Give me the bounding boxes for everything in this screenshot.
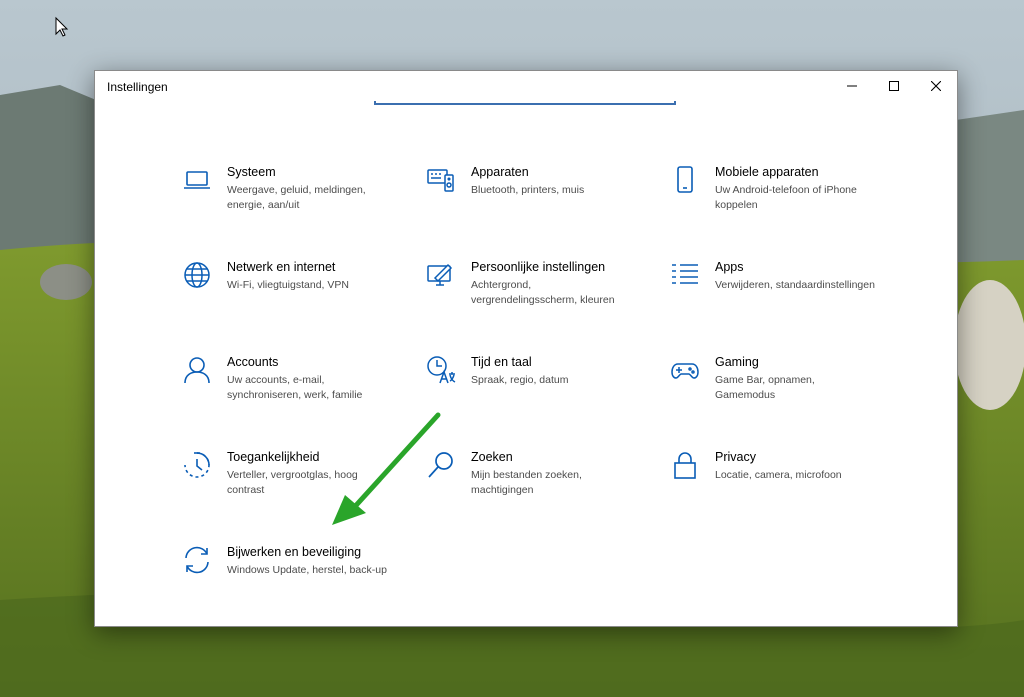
- tile-title: Apps: [715, 260, 744, 274]
- phone-icon: [670, 165, 700, 195]
- tile-tijd-en-taal[interactable]: Tijd en taal Spraak, regio, datum: [426, 355, 636, 425]
- tile-description: Spraak, regio, datum: [471, 374, 569, 386]
- personalize-icon: [426, 260, 456, 290]
- tile-title: Zoeken: [471, 450, 513, 464]
- tile-accounts[interactable]: Accounts Uw accounts, e-mail, synchronis…: [182, 355, 392, 425]
- tile-description: Uw accounts, e-mail, synchroniseren, wer…: [227, 374, 363, 401]
- tile-title: Gaming: [715, 355, 759, 369]
- search-box-edge[interactable]: [374, 101, 676, 105]
- minimize-button[interactable]: [831, 71, 873, 101]
- tile-description: Achtergrond, vergrendelingsscherm, kleur…: [471, 279, 615, 306]
- tile-title: Privacy: [715, 450, 756, 464]
- lock-icon: [670, 450, 700, 480]
- tile-description: Bluetooth, printers, muis: [471, 184, 585, 196]
- close-button[interactable]: [915, 71, 957, 101]
- globe-icon: [182, 260, 212, 290]
- maximize-icon: [889, 81, 899, 91]
- tile-title: Tijd en taal: [471, 355, 532, 369]
- tile-zoeken[interactable]: Zoeken Mijn bestanden zoeken, machtiging…: [426, 450, 636, 520]
- tile-title: Bijwerken en beveiliging: [227, 545, 362, 559]
- devices-icon: [426, 165, 456, 195]
- tile-description: Locatie, camera, microfoon: [715, 469, 842, 481]
- tile-netwerk-en-internet[interactable]: Netwerk en internet Wi-Fi, vliegtuigstan…: [182, 260, 392, 330]
- laptop-icon: [182, 165, 212, 195]
- search-icon: [426, 450, 456, 480]
- tile-title: Mobiele apparaten: [715, 165, 819, 179]
- tile-description: Weergave, geluid, meldingen, energie, aa…: [227, 184, 366, 211]
- settings-window: Instellingen Systeem Weergave, geluid, m…: [94, 70, 958, 627]
- tile-privacy[interactable]: Privacy Locatie, camera, microfoon: [670, 450, 880, 520]
- title-bar[interactable]: Instellingen: [95, 71, 957, 101]
- accessibility-icon: [182, 450, 212, 480]
- window-title: Instellingen: [107, 80, 168, 94]
- time-language-icon: [426, 355, 456, 385]
- tile-systeem[interactable]: Systeem Weergave, geluid, meldingen, ene…: [182, 165, 392, 235]
- update-icon: [182, 545, 212, 575]
- tile-description: Verwijderen, standaardinstellingen: [715, 279, 875, 291]
- tile-description: Windows Update, herstel, back-up: [227, 564, 387, 576]
- tile-gaming[interactable]: Gaming Game Bar, opnamen, Gamemodus: [670, 355, 880, 425]
- tile-description: Mijn bestanden zoeken, machtigingen: [471, 469, 582, 496]
- tile-description: Wi-Fi, vliegtuigstand, VPN: [227, 279, 349, 291]
- minimize-icon: [847, 85, 857, 87]
- tile-title: Systeem: [227, 165, 276, 179]
- apps-list-icon: [670, 260, 700, 290]
- maximize-button[interactable]: [873, 71, 915, 101]
- tile-title: Toegankelijkheid: [227, 450, 320, 464]
- tile-apps[interactable]: Apps Verwijderen, standaardinstellingen: [670, 260, 880, 330]
- tile-title: Persoonlijke instellingen: [471, 260, 606, 274]
- gamepad-icon: [670, 355, 700, 385]
- tile-title: Accounts: [227, 355, 279, 369]
- tile-description: Game Bar, opnamen, Gamemodus: [715, 374, 815, 401]
- tile-title: Netwerk en internet: [227, 260, 336, 274]
- close-icon: [931, 81, 941, 91]
- tile-bijwerken-en-beveiliging[interactable]: Bijwerken en beveiliging Windows Update,…: [182, 545, 392, 615]
- tile-persoonlijke-instellingen[interactable]: Persoonlijke instellingen Achtergrond, v…: [426, 260, 636, 330]
- tile-mobiele-apparaten[interactable]: Mobiele apparaten Uw Android-telefoon of…: [670, 165, 880, 235]
- tile-description: Uw Android-telefoon of iPhone koppelen: [715, 184, 857, 211]
- person-icon: [182, 355, 212, 385]
- tile-title: Apparaten: [471, 165, 529, 179]
- tile-description: Verteller, vergrootglas, hoog contrast: [227, 469, 358, 496]
- tile-toegankelijkheid[interactable]: Toegankelijkheid Verteller, vergrootglas…: [182, 450, 392, 520]
- tile-apparaten[interactable]: Apparaten Bluetooth, printers, muis: [426, 165, 636, 235]
